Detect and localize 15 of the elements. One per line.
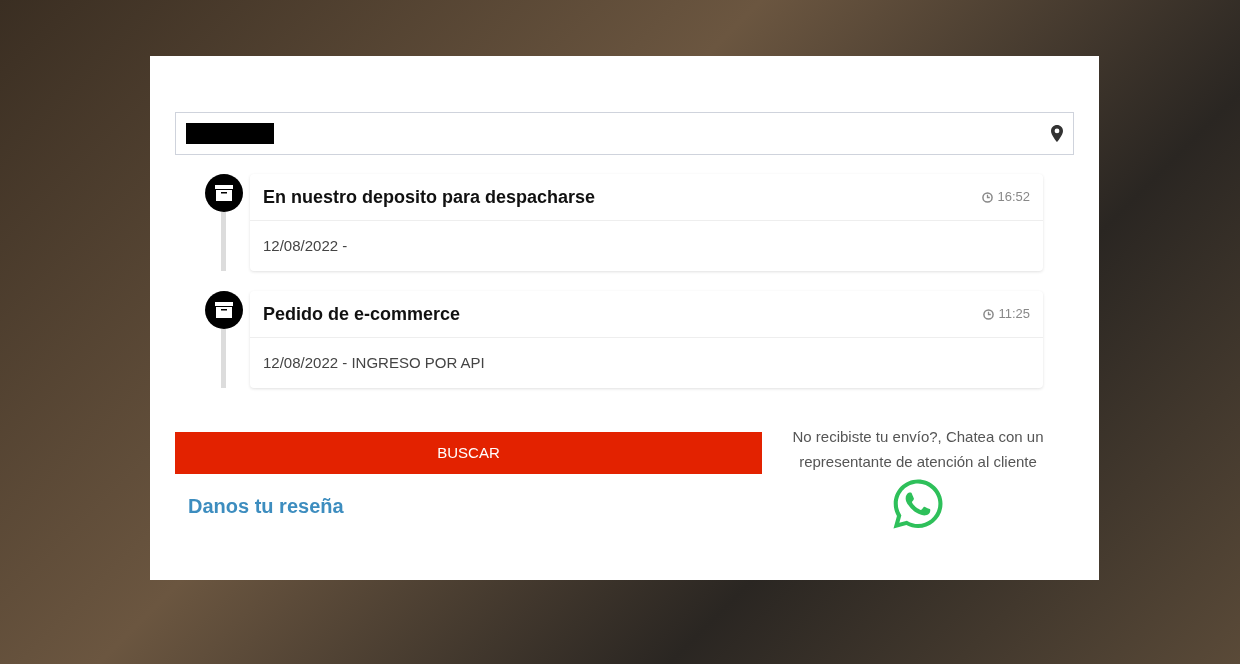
tracking-input-field[interactable]: [175, 112, 1074, 155]
archive-box-icon: [204, 291, 243, 329]
event-detail: 12/08/2022 - INGRESO POR API: [263, 352, 485, 373]
archive-box-icon: [204, 174, 243, 212]
event-detail: 12/08/2022 -: [263, 235, 348, 256]
review-link[interactable]: Danos tu reseña: [188, 491, 344, 521]
map-pin-icon: [1051, 125, 1063, 142]
search-button[interactable]: BUSCAR: [175, 432, 762, 474]
event-title: En nuestro deposito para despacharse: [263, 185, 596, 209]
event-title: Pedido de e-commerce: [263, 302, 461, 326]
event-time: 11:25: [998, 305, 1030, 324]
clock-icon: [983, 308, 995, 320]
clock-icon: [982, 191, 994, 203]
help-text: No recibiste tu envío?, Chatea con un representante de atención al cliente: [791, 427, 1045, 472]
event-time: 16:52: [997, 188, 1030, 207]
